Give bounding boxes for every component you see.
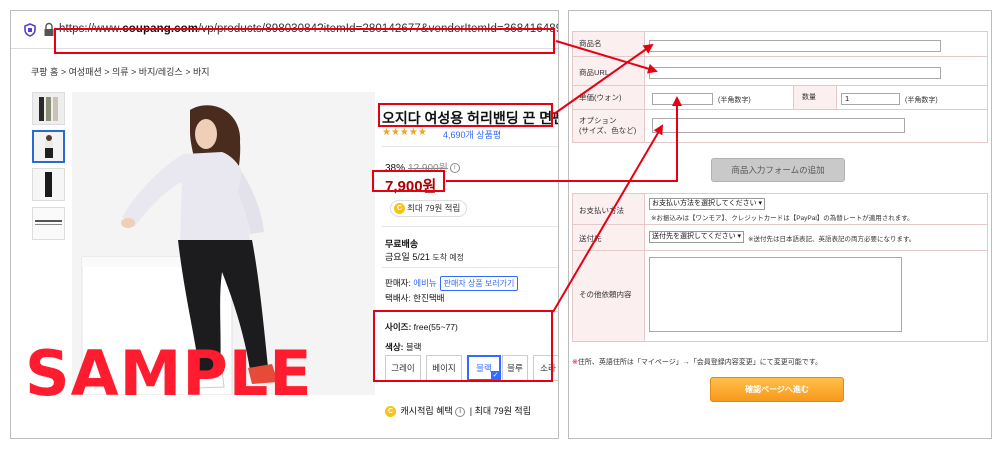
arrow-price-to-price xyxy=(446,96,682,182)
arrow-option-to-option xyxy=(552,124,664,313)
annotation-arrows xyxy=(446,40,682,313)
arrow-url-to-url xyxy=(555,40,658,74)
